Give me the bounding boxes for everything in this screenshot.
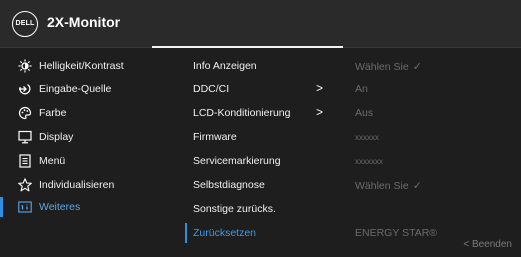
display-icon <box>18 130 32 144</box>
sidebar-item-label: Display <box>39 131 74 143</box>
value-service-tag: xxxxxxx <box>355 151 515 171</box>
menu-item-label: DDC/CI <box>193 83 230 95</box>
dell-logo: DELL <box>12 11 38 37</box>
others-icon <box>18 200 32 214</box>
menu-item-other-reset[interactable]: Sonstige zurücks. <box>178 199 348 219</box>
value-firmware: xxxxxx <box>355 127 515 147</box>
sidebar-item-input-source[interactable]: Eingabe-Quelle <box>0 79 172 99</box>
sidebar-item-personalize[interactable]: Individualisieren <box>0 175 172 195</box>
menu-document-icon <box>18 154 32 168</box>
value-self-diagnostic: Wählen Sie ✓ <box>355 175 515 195</box>
menu-item-label: LCD-Konditionierung <box>193 107 291 119</box>
value-text: xxxxxxx <box>355 157 383 166</box>
menu-item-label: Zurücksetzen <box>193 227 257 239</box>
menu-item-label: Info Anzeigen <box>193 60 257 72</box>
value-lcd-conditioning: Aus <box>355 103 515 123</box>
menu-item-label: Servicemarkierung <box>193 155 281 167</box>
sidebar-item-color[interactable]: Farbe <box>0 103 172 123</box>
monitor-model-title: 2X-Monitor <box>47 14 121 30</box>
value-text: An <box>355 83 368 95</box>
sidebar-item-display[interactable]: Display <box>0 127 172 147</box>
check-icon: ✓ <box>412 180 422 192</box>
sidebar-item-label: Eingabe-Quelle <box>39 83 112 95</box>
menu-item-display-info[interactable]: Info Anzeigen <box>178 56 348 76</box>
sidebar-item-label: Helligkeit/Kontrast <box>39 60 124 72</box>
input-source-icon <box>18 82 32 96</box>
sidebar-item-label: Farbe <box>39 107 67 119</box>
value-text: Wählen Sie <box>355 180 409 192</box>
value-text: xxxxxx <box>355 133 379 142</box>
chevron-right-icon: > <box>316 81 324 95</box>
color-palette-icon <box>18 106 32 120</box>
exit-button[interactable]: < Beenden <box>463 239 512 250</box>
check-icon: ✓ <box>412 61 422 73</box>
star-icon <box>18 178 32 192</box>
sidebar-item-brightness-contrast[interactable]: Helligkeit/Kontrast <box>0 56 172 76</box>
sidebar-item-label: Individualisieren <box>39 179 115 191</box>
value-text: Aus <box>355 107 374 119</box>
active-indicator <box>0 197 3 217</box>
menu-item-service-tag[interactable]: Servicemarkierung <box>178 151 348 171</box>
menu-item-self-diagnostic[interactable]: Selbstdiagnose <box>178 175 348 195</box>
selection-indicator <box>185 223 187 243</box>
monitor-osd: DELL 2X-Monitor Helligkeit/Kontrast Eing… <box>0 0 521 257</box>
menu-item-ddc-ci[interactable]: DDC/CI > <box>178 79 348 99</box>
submenu-tab-highlight <box>152 46 343 48</box>
osd-header: DELL 2X-Monitor <box>0 0 521 47</box>
menu-item-label: Selbstdiagnose <box>193 179 265 191</box>
brightness-icon <box>18 59 32 73</box>
sidebar-item-label: Weiteres <box>39 201 81 213</box>
value-display-info: Wählen Sie ✓ <box>355 56 515 76</box>
menu-item-lcd-conditioning[interactable]: LCD-Konditionierung > <box>178 103 348 123</box>
chevron-right-icon: > <box>316 105 324 119</box>
sidebar-item-label: Menü <box>39 155 66 167</box>
menu-item-reset[interactable]: Zurücksetzen <box>178 223 348 243</box>
menu-item-firmware[interactable]: Firmware <box>178 127 348 147</box>
sidebar-item-menu[interactable]: Menü <box>0 151 172 171</box>
value-ddc-ci: An <box>355 79 515 99</box>
sidebar-item-others[interactable]: Weiteres <box>0 197 172 217</box>
menu-item-label: Firmware <box>193 131 237 143</box>
value-text: Wählen Sie <box>355 61 409 73</box>
value-text: ENERGY STAR® <box>355 227 438 239</box>
menu-item-label: Sonstige zurücks. <box>193 203 276 215</box>
